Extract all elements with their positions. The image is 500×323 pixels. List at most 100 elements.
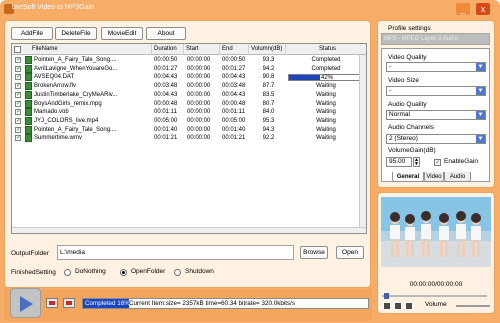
row-progress-text: 42% bbox=[320, 75, 333, 82]
cell-duration: 00:04:43 bbox=[154, 74, 178, 81]
cell-start: 00:00:00 bbox=[187, 74, 211, 81]
about-button[interactable]: About bbox=[146, 27, 186, 40]
row-checkbox[interactable]: ✓ bbox=[15, 74, 21, 81]
chevron-down-icon: ▼ bbox=[476, 135, 485, 143]
header-end[interactable]: End bbox=[220, 44, 249, 55]
enable-gain-label: EnableGain bbox=[444, 158, 478, 165]
row-checkbox[interactable]: ✓ bbox=[15, 83, 21, 90]
radio-shutdown[interactable] bbox=[174, 269, 181, 276]
radio-do-nothing-label: DoNothing bbox=[75, 268, 106, 275]
audio-channels-value: 2 (Stereo) bbox=[389, 135, 418, 142]
stop-button[interactable] bbox=[46, 298, 58, 308]
header-volume[interactable]: Volumn(dB) bbox=[249, 44, 286, 55]
cell-filename: BrokenArrow.flv bbox=[34, 83, 77, 90]
movie-edit-button[interactable]: MovieEdit bbox=[101, 27, 143, 40]
video-file-icon bbox=[25, 99, 32, 108]
table-row[interactable]: ✓ Pointen_A_Fairy_Tale_Song.... 00:00:50 00… bbox=[12, 56, 366, 64]
video-size-select[interactable]: - ▼ bbox=[386, 86, 486, 96]
select-all-checkbox[interactable] bbox=[14, 46, 21, 53]
cell-end: 00:01:40 bbox=[222, 126, 246, 133]
table-row[interactable]: ✓ Summertime.wmv 00:01:21 00:00:00 00:01:21 9… bbox=[12, 134, 366, 143]
row-checkbox[interactable]: ✓ bbox=[15, 117, 21, 124]
horizontal-scrollbar[interactable] bbox=[12, 227, 366, 233]
row-checkbox[interactable]: ✓ bbox=[15, 65, 21, 72]
tab-video[interactable]: Video bbox=[424, 172, 444, 182]
cell-end: 00:00:48 bbox=[222, 100, 246, 107]
stop-icon[interactable] bbox=[405, 302, 413, 310]
table-row[interactable]: ✓ JustinTimberlake_CryMeARiv... 00:04:43 00… bbox=[12, 90, 366, 99]
cell-duration: 00:00:50 bbox=[154, 57, 178, 63]
cell-status: Waiting bbox=[316, 91, 336, 98]
app-window: bvcSoft Video to MP3Gain _ x AddFile Del… bbox=[0, 0, 500, 323]
row-checkbox[interactable]: ✓ bbox=[15, 109, 21, 116]
cell-filename: BoysAndGirls_remix.mpg bbox=[34, 100, 102, 107]
header-filename[interactable]: FileName bbox=[26, 44, 152, 55]
table-row[interactable]: ✓ JYJ_COLORS_live.mp4 00:05:00 00:00:00 00:0… bbox=[12, 116, 366, 125]
volume-gain-input[interactable]: 95.00 bbox=[386, 157, 412, 167]
vertical-scrollbar[interactable] bbox=[359, 55, 366, 233]
radio-open-folder[interactable] bbox=[120, 269, 127, 276]
add-file-button[interactable]: AddFile bbox=[11, 27, 53, 40]
seek-slider-handle[interactable] bbox=[384, 293, 389, 299]
volume-gain-spinner[interactable]: ▲ ▼ bbox=[413, 157, 420, 167]
row-checkbox[interactable]: ✓ bbox=[15, 100, 21, 107]
cell-end: 00:03:48 bbox=[222, 83, 246, 90]
output-folder-input[interactable]: L:\media bbox=[57, 245, 294, 260]
cell-status: Completed bbox=[311, 65, 341, 72]
video-size-value: - bbox=[389, 87, 392, 94]
cell-volume: 84.0 bbox=[262, 109, 275, 116]
header-start[interactable]: Start bbox=[184, 44, 220, 55]
file-list-header: FileName Duration Start End Volumn(dB) S… bbox=[12, 44, 366, 55]
finished-setting-label: FinishedSetting bbox=[11, 269, 56, 276]
cell-filename: JYJ_COLORS_live.mp4 bbox=[34, 117, 99, 124]
file-list[interactable]: FileName Duration Start End Volumn(dB) S… bbox=[11, 43, 367, 234]
cell-volume: 93.3 bbox=[262, 57, 275, 63]
tab-audio[interactable]: Audio bbox=[444, 172, 471, 182]
cell-status: Waiting bbox=[316, 109, 336, 116]
audio-quality-select[interactable]: Normal ▼ bbox=[386, 110, 486, 120]
table-row[interactable]: ✓ BrokenArrow.flv 00:03:48 00:00:00 00:03:48… bbox=[12, 82, 366, 91]
header-duration[interactable]: Duration bbox=[152, 44, 184, 55]
chevron-down-icon: ▼ bbox=[476, 87, 485, 95]
pause-button[interactable] bbox=[63, 298, 75, 308]
table-row[interactable]: ✓ AVSEQ04.DAT 00:04:43 00:00:00 00:04:43 90.8… bbox=[12, 73, 366, 82]
video-quality-select[interactable]: - ▼ bbox=[386, 62, 486, 72]
row-checkbox[interactable]: ✓ bbox=[15, 135, 21, 142]
volume-slider[interactable] bbox=[456, 305, 490, 307]
table-row[interactable]: ✓ Mamado.vob 00:01:11 00:00:00 00:01:11 84.0 W… bbox=[12, 108, 366, 117]
cell-filename: Pointen_A_Fairy_Tale_Song.... bbox=[34, 57, 117, 63]
minimize-button[interactable]: _ bbox=[456, 3, 470, 15]
cell-status: Waiting bbox=[316, 126, 336, 133]
profile-select[interactable]: MP3 - MPEG Layer-3 Audio bbox=[381, 33, 490, 45]
table-row[interactable]: ✓ BoysAndGirls_remix.mpg 00:00:48 00:00:00 0… bbox=[12, 99, 366, 108]
output-folder-label: OutputFolder bbox=[11, 250, 49, 257]
close-button[interactable]: x bbox=[476, 3, 490, 15]
pause-icon[interactable] bbox=[394, 302, 402, 310]
row-checkbox[interactable]: ✓ bbox=[15, 91, 21, 98]
audio-channels-select[interactable]: 2 (Stereo) ▼ bbox=[386, 134, 486, 144]
cell-start: 00:00:00 bbox=[187, 57, 211, 63]
radio-do-nothing[interactable] bbox=[64, 269, 71, 276]
open-button[interactable]: Open bbox=[336, 246, 364, 259]
cell-volume: 80.7 bbox=[262, 100, 275, 107]
delete-file-button[interactable]: DeleteFile bbox=[55, 27, 97, 40]
play-icon[interactable] bbox=[383, 302, 391, 310]
table-row[interactable]: ✓ Pointen_A_Fairy_Tale_Song.... 00:01:40 00… bbox=[12, 125, 366, 134]
enable-gain-checkbox[interactable]: ✓ bbox=[434, 159, 441, 166]
chevron-down-icon: ▼ bbox=[476, 63, 485, 71]
window-title: bvcSoft Video to MP3Gain bbox=[12, 4, 94, 11]
row-checkbox[interactable]: ✓ bbox=[15, 126, 21, 133]
cell-start: 00:00:00 bbox=[187, 117, 211, 124]
volume-gain-label: VolumeGain(dB) bbox=[388, 147, 436, 154]
seek-slider[interactable] bbox=[382, 295, 487, 297]
row-checkbox[interactable]: ✓ bbox=[15, 57, 21, 63]
cell-end: 00:04:43 bbox=[222, 74, 246, 81]
cell-start: 00:00:00 bbox=[187, 135, 211, 142]
cell-start: 00:00:00 bbox=[187, 83, 211, 90]
tab-general[interactable]: General bbox=[392, 172, 424, 182]
cell-end: 00:01:11 bbox=[222, 109, 245, 116]
header-status[interactable]: Status bbox=[286, 44, 366, 55]
table-row[interactable]: ✓ AvrilLavigne_WhenYouareGo... 00:01:27 00:… bbox=[12, 64, 366, 73]
pause-icon bbox=[66, 301, 72, 305]
browse-button[interactable]: Browse bbox=[300, 246, 328, 259]
